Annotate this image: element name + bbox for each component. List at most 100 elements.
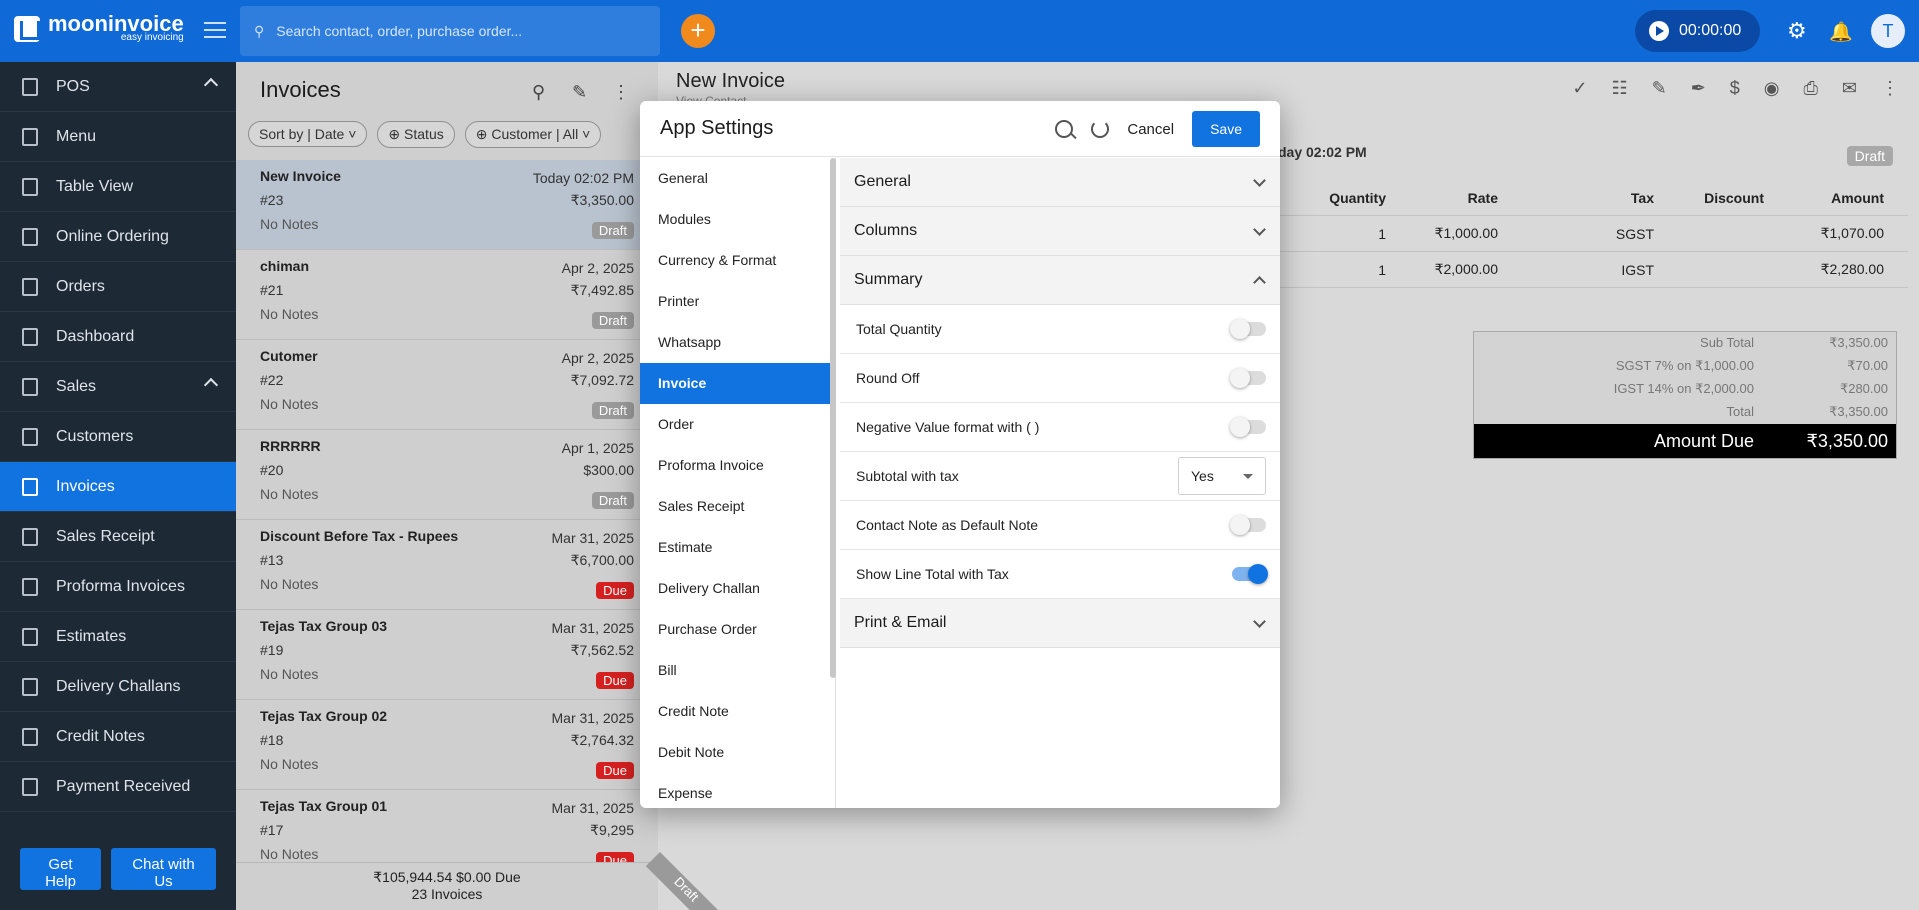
settings-nav-invoice[interactable]: Invoice bbox=[640, 363, 835, 404]
sidebar-icon bbox=[22, 127, 38, 146]
settings-nav-estimate[interactable]: Estimate bbox=[640, 527, 835, 568]
settings-nav-expense[interactable]: Expense bbox=[640, 773, 835, 808]
settings-nav-proforma-invoice[interactable]: Proforma Invoice bbox=[640, 445, 835, 486]
dialog-search-icon[interactable] bbox=[1055, 120, 1074, 138]
summary-value: ₹280.00 bbox=[1839, 381, 1888, 396]
settings-nav-modules[interactable]: Modules bbox=[640, 199, 835, 240]
toggle-switch[interactable] bbox=[1230, 319, 1266, 339]
invoice-list-item[interactable]: Cutomer Apr 2, 2025 #22 ₹7,092.72 No Notes Dr… bbox=[236, 340, 658, 430]
summary-label: Sub Total bbox=[1700, 335, 1754, 350]
email-icon[interactable]: ✉ bbox=[1842, 78, 1857, 99]
list-search-icon[interactable]: ⚲ bbox=[532, 82, 545, 103]
settings-nav-bill[interactable]: Bill bbox=[640, 650, 835, 691]
customer-filter-chip[interactable]: ⊕ Customer | All ˅ bbox=[464, 120, 602, 148]
sidebar-item-proforma-invoices[interactable]: Proforma Invoices bbox=[0, 562, 236, 612]
signature-icon[interactable]: ✒ bbox=[1691, 78, 1706, 99]
edit-icon[interactable]: ✎ bbox=[572, 82, 587, 103]
settings-nav-whatsapp[interactable]: Whatsapp bbox=[640, 322, 835, 363]
sidebar-item-delivery-challans[interactable]: Delivery Challans bbox=[0, 662, 236, 712]
subtotal-with-tax-select[interactable]: Yes bbox=[1178, 457, 1266, 495]
sidebar-item-table-view[interactable]: Table View bbox=[0, 162, 236, 212]
section-summary[interactable]: Summary bbox=[840, 256, 1280, 305]
cancel-button[interactable]: Cancel bbox=[1127, 121, 1174, 138]
settings-nav-order[interactable]: Order bbox=[640, 404, 835, 445]
toggle-switch[interactable] bbox=[1230, 417, 1266, 437]
quick-add-button[interactable]: + bbox=[681, 14, 715, 48]
invoice-note: No Notes bbox=[260, 306, 319, 322]
settings-nav-currency-format[interactable]: Currency & Format bbox=[640, 240, 835, 281]
doc-more-icon[interactable]: ⋮ bbox=[1881, 78, 1899, 99]
notification-bell-icon[interactable]: 🔔 bbox=[1829, 20, 1853, 44]
sidebar-item-customers[interactable]: Customers bbox=[0, 412, 236, 462]
save-button[interactable]: Save bbox=[1192, 111, 1260, 147]
sidebar-item-label: Invoices bbox=[56, 477, 115, 495]
setting-label: Negative Value format with ( ) bbox=[856, 419, 1040, 435]
adjust-icon[interactable]: ☷ bbox=[1611, 78, 1627, 99]
toggle-switch[interactable] bbox=[1230, 368, 1266, 388]
settings-nav-general[interactable]: General bbox=[640, 158, 835, 199]
sidebar-item-dashboard[interactable]: Dashboard bbox=[0, 312, 236, 362]
invoice-amount: ₹2,764.32 bbox=[570, 732, 634, 748]
invoice-list-item[interactable]: Tejas Tax Group 02 Mar 31, 2025 #18 ₹2,764.… bbox=[236, 700, 658, 790]
invoice-list-item[interactable]: chiman Apr 2, 2025 #21 ₹7,492.85 No Notes Dra… bbox=[236, 250, 658, 340]
sidebar-item-online-ordering[interactable]: Online Ordering bbox=[0, 212, 236, 262]
invoice-list-item[interactable]: RRRRRR Apr 1, 2025 #20 $300.00 No Notes Draft bbox=[236, 430, 658, 520]
sidebar-item-pos[interactable]: POS bbox=[0, 62, 236, 112]
sidebar-item-label: Estimates bbox=[56, 627, 127, 645]
sidebar-item-payment-received[interactable]: Payment Received bbox=[0, 762, 236, 812]
user-avatar[interactable]: T bbox=[1871, 14, 1905, 48]
list-footer: ₹105,944.54 $0.00 Due 23 Invoices bbox=[236, 862, 658, 910]
settings-nav-debit-note[interactable]: Debit Note bbox=[640, 732, 835, 773]
payment-icon[interactable]: $ bbox=[1730, 78, 1740, 99]
sidebar-item-orders[interactable]: Orders bbox=[0, 262, 236, 312]
print-icon[interactable]: ⎙ bbox=[1804, 78, 1818, 99]
chevron-up-icon bbox=[1253, 275, 1266, 289]
settings-nav-scrollbar[interactable] bbox=[830, 158, 836, 678]
section-general[interactable]: General bbox=[840, 158, 1280, 207]
cell-tax: SGST bbox=[1615, 225, 1654, 242]
more-options-icon[interactable]: ⋮ bbox=[612, 82, 630, 103]
status-badge: Draft bbox=[591, 222, 634, 239]
sort-filter-chip[interactable]: Sort by | Date ˅ bbox=[248, 121, 368, 147]
timer-button[interactable]: 00:00:00 bbox=[1635, 10, 1760, 52]
sidebar-item-menu[interactable]: Menu bbox=[0, 112, 236, 162]
settings-nav-credit-note[interactable]: Credit Note bbox=[640, 691, 835, 732]
settings-gear-icon[interactable]: ⚙ bbox=[1787, 18, 1807, 44]
cell-rate: ₹2,000.00 bbox=[1434, 261, 1498, 277]
section-columns[interactable]: Columns bbox=[840, 207, 1280, 256]
status-filter-chip[interactable]: ⊕ Status bbox=[377, 120, 455, 148]
pencil-icon[interactable]: ✎ bbox=[1652, 78, 1667, 99]
section-print-email[interactable]: Print & Email bbox=[840, 599, 1280, 648]
preview-eye-icon[interactable]: ◉ bbox=[1764, 78, 1780, 99]
settings-nav-printer[interactable]: Printer bbox=[640, 281, 835, 322]
sidebar-icon bbox=[22, 477, 38, 496]
reset-icon[interactable] bbox=[1091, 120, 1110, 138]
status-check-icon[interactable]: ✓ bbox=[1572, 78, 1587, 99]
invoice-list-item[interactable]: Discount Before Tax - Rupees Mar 31, 2025… bbox=[236, 520, 658, 610]
doc-title: New Invoice bbox=[676, 70, 785, 92]
chat-with-us-button[interactable]: Chat with Us bbox=[111, 848, 216, 890]
settings-nav-sales-receipt[interactable]: Sales Receipt bbox=[640, 486, 835, 527]
search-input[interactable] bbox=[276, 23, 637, 39]
invoice-list-item[interactable]: Tejas Tax Group 03 Mar 31, 2025 #19 ₹7,562.… bbox=[236, 610, 658, 700]
invoice-note: No Notes bbox=[260, 396, 319, 412]
sidebar-item-sales-receipt[interactable]: Sales Receipt bbox=[0, 512, 236, 562]
app-logo[interactable]: mooninvoice easy invoicing bbox=[14, 13, 184, 43]
status-badge: Draft bbox=[591, 492, 634, 509]
sidebar-item-invoices[interactable]: Invoices bbox=[0, 462, 236, 512]
get-help-button[interactable]: Get Help bbox=[20, 848, 101, 890]
invoice-list-item[interactable]: New Invoice Today 02:02 PM #23 ₹3,350.00 No … bbox=[236, 160, 658, 250]
sidebar-item-credit-notes[interactable]: Credit Notes bbox=[0, 712, 236, 762]
toggle-switch[interactable] bbox=[1232, 564, 1268, 584]
invoice-number: #20 bbox=[260, 462, 284, 478]
sidebar-item-estimates[interactable]: Estimates bbox=[0, 612, 236, 662]
toggle-switch[interactable] bbox=[1230, 515, 1266, 535]
chevron-up-icon[interactable] bbox=[203, 377, 219, 393]
menu-toggle-icon[interactable] bbox=[204, 22, 226, 38]
settings-nav-purchase-order[interactable]: Purchase Order bbox=[640, 609, 835, 650]
settings-nav-delivery-challan[interactable]: Delivery Challan bbox=[640, 568, 835, 609]
sidebar-item-sales[interactable]: Sales bbox=[0, 362, 236, 412]
top-bar: mooninvoice easy invoicing ⚲ + 00:00:00 … bbox=[0, 0, 1919, 62]
chevron-up-icon[interactable] bbox=[203, 77, 219, 93]
global-search[interactable]: ⚲ bbox=[240, 6, 660, 56]
